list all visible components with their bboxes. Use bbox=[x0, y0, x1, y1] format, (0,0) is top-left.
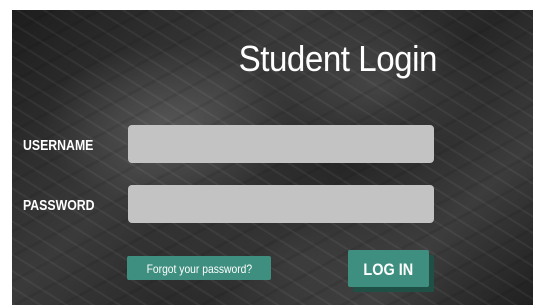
login-panel: Student Login USERNAME PASSWORD Forgot y… bbox=[12, 10, 533, 305]
forgot-password-button[interactable]: Forgot your password? bbox=[127, 256, 271, 280]
page-title: Student Login bbox=[238, 38, 438, 79]
login-button-label: LOG IN bbox=[363, 260, 414, 279]
login-button[interactable]: LOG IN bbox=[348, 250, 429, 287]
password-label: PASSWORD bbox=[23, 197, 95, 214]
username-input[interactable] bbox=[128, 125, 434, 163]
username-label: USERNAME bbox=[23, 137, 94, 154]
password-input[interactable] bbox=[128, 185, 434, 223]
forgot-password-label: Forgot your password? bbox=[146, 262, 252, 276]
